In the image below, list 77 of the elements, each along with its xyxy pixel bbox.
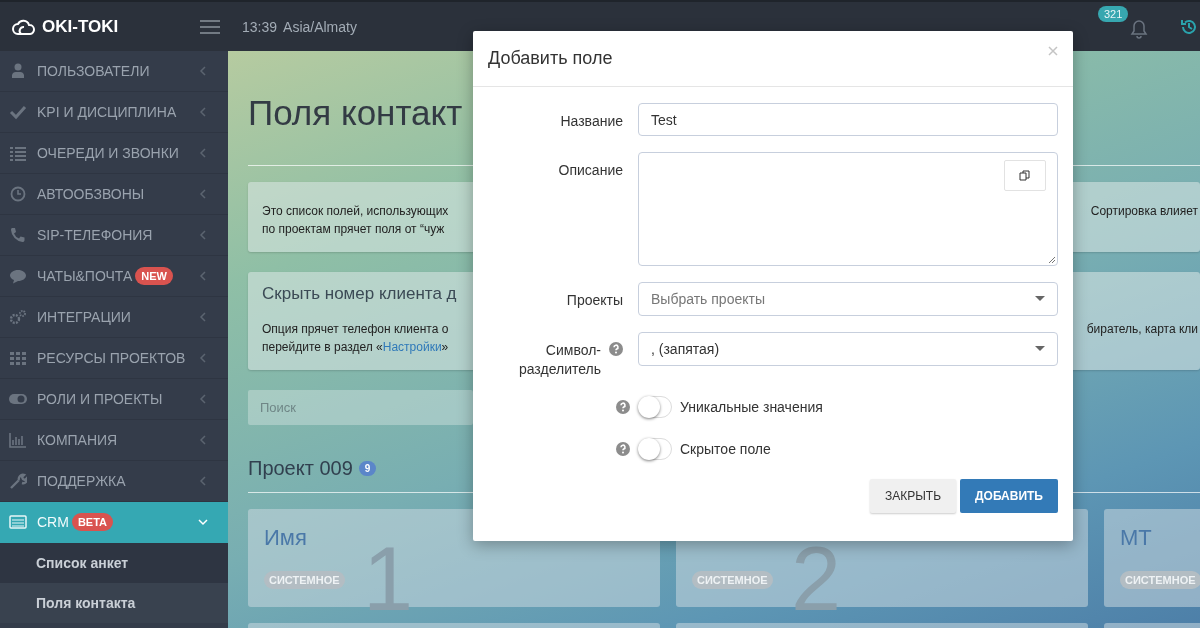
dialog-title: Добавить поле — [488, 48, 613, 69]
help-icon[interactable] — [616, 400, 630, 414]
chevron-left-icon — [198, 394, 208, 404]
add-button[interactable]: ДОБАВИТЬ — [960, 479, 1058, 513]
field-label: Описание — [558, 161, 623, 180]
help-icon[interactable] — [616, 442, 630, 456]
system-tag: СИСТЕМНОЕ — [1120, 571, 1200, 589]
cloud-logo-icon — [12, 17, 36, 36]
help-icon[interactable] — [609, 342, 623, 356]
option-title: Скрыть номер клиента д — [262, 284, 457, 305]
field-label: Проекты — [566, 291, 623, 310]
toggle-label: Скрытое поле — [680, 441, 771, 457]
info-text: Это список полей, использующих — [262, 203, 450, 220]
chevron-left-icon — [198, 271, 208, 281]
sidebar-item[interactable]: CRM BETA — [0, 502, 228, 543]
count-badge: 9 — [358, 461, 377, 476]
chat-icon — [9, 268, 27, 284]
info-text: Сортировка влияет — [1090, 203, 1199, 220]
project-heading: Проект 009 — [248, 457, 353, 480]
select-field[interactable]: Выбрать проекты — [638, 282, 1058, 316]
field-label: Название — [560, 112, 623, 131]
sidebar-subitem[interactable]: Список анкет — [0, 543, 228, 583]
system-tag: СИСТЕМНОЕ — [264, 571, 345, 589]
close-icon[interactable] — [1048, 46, 1058, 56]
card-icon — [9, 514, 27, 530]
caret-icon — [1035, 346, 1045, 352]
name-field[interactable]: Test — [638, 103, 1058, 136]
chevron-left-icon — [198, 107, 208, 117]
sidebar-subitem[interactable]: Поля контакта — [0, 583, 228, 623]
chevron-down-icon — [198, 517, 208, 527]
copy-button[interactable] — [1004, 160, 1046, 191]
toggle-switch[interactable] — [638, 438, 672, 460]
toggle-switch[interactable] — [638, 396, 672, 418]
phone-icon — [9, 227, 27, 243]
bell-icon[interactable] — [1130, 18, 1148, 39]
chevron-left-icon — [198, 230, 208, 240]
chevron-left-icon — [198, 435, 208, 445]
clock-icon — [9, 186, 27, 202]
logo-text: OKI-TOKI — [42, 16, 119, 37]
list-icon — [9, 145, 27, 161]
gears-icon — [9, 309, 27, 325]
copy-icon — [1019, 169, 1031, 182]
menu-icon[interactable] — [200, 19, 220, 34]
sidebar-item[interactable]: КОМПАНИЯ — [0, 420, 228, 461]
close-button[interactable]: ЗАКРЫТЬ — [869, 479, 957, 513]
toggle-icon — [9, 391, 27, 407]
timezone-label: Asia/Almaty — [283, 18, 357, 35]
chevron-left-icon — [198, 189, 208, 199]
sidebar-item[interactable]: ЧАТЫ&ПОЧТА NEW — [0, 256, 228, 297]
option-text: биратель, карта кли — [1086, 321, 1199, 338]
system-tag: СИСТЕМНОЕ — [692, 571, 773, 589]
chevron-left-icon — [198, 353, 208, 363]
option-text: Опция прячет телефон клиента о — [262, 321, 450, 338]
user-icon — [9, 63, 27, 79]
card-title: Имя — [264, 525, 307, 550]
field-label: Символ-разделитель — [517, 341, 601, 379]
sidebar-item[interactable]: РОЛИ И ПРОЕКТЫ — [0, 379, 228, 420]
settings-link[interactable]: Настройки — [382, 340, 442, 354]
caret-icon — [1035, 296, 1045, 302]
wrench-icon — [9, 473, 27, 489]
check-icon — [9, 104, 27, 120]
chevron-left-icon — [198, 476, 208, 486]
notification-count: 321 — [1098, 5, 1129, 22]
info-text: по проектам прячет поля от “чуж — [262, 221, 446, 238]
clock-time: 13:39 — [242, 18, 278, 35]
description-field[interactable] — [638, 152, 1058, 266]
card-title: МТ — [1120, 525, 1152, 550]
grid-icon — [9, 350, 27, 366]
resize-grip-icon[interactable] — [1048, 256, 1056, 264]
chevron-left-icon — [198, 148, 208, 158]
chevron-left-icon — [198, 312, 208, 322]
chevron-left-icon — [198, 66, 208, 76]
history-icon[interactable] — [1180, 17, 1198, 36]
page-title: Поля контакт — [248, 93, 463, 134]
toggle-label: Уникальные значения — [680, 399, 823, 415]
chart-icon — [9, 432, 27, 448]
select-field[interactable]: , (запятая) — [638, 332, 1058, 366]
